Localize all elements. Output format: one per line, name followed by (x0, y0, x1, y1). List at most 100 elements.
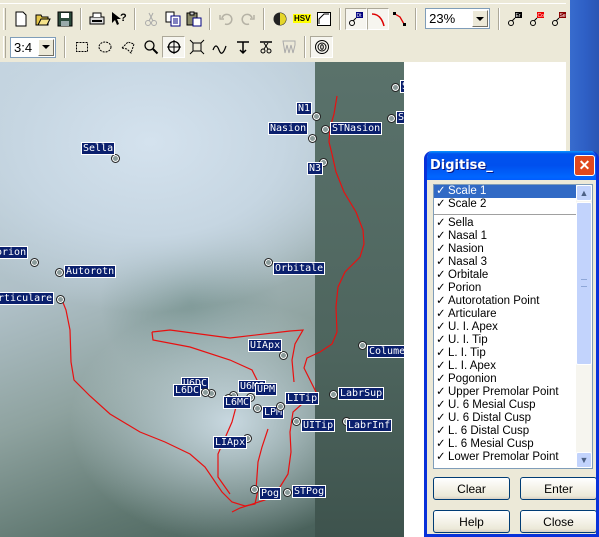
list-item[interactable]: ✓ L. I. Tip (434, 347, 592, 360)
close-button[interactable]: ✕ (574, 155, 595, 176)
landmark-point[interactable] (292, 417, 301, 426)
help-button[interactable]: Help (433, 510, 510, 533)
landmark-point[interactable] (55, 268, 64, 277)
fit-view-button[interactable] (185, 36, 208, 58)
landmark-label: LabrSup (338, 387, 385, 400)
print-button[interactable] (86, 8, 108, 30)
checkmark-icon: ✓ (436, 269, 446, 281)
new-file-button[interactable] (10, 8, 32, 30)
rect-select-button[interactable] (70, 36, 93, 58)
landmark-point[interactable] (387, 114, 396, 123)
tools-toolbar: 3:4 (0, 32, 570, 62)
point-se-icon: Se (552, 11, 567, 26)
list-item[interactable]: ✓ Sella (434, 217, 592, 230)
toolbar-grip[interactable] (3, 36, 6, 58)
list-item[interactable]: ✓ Pogonion (434, 373, 592, 386)
toolbar-separator (339, 7, 342, 30)
toolbar-grip[interactable] (3, 7, 6, 30)
landmark-label: STPog (292, 485, 327, 498)
landmark-point[interactable] (253, 404, 262, 413)
landmark-point[interactable] (312, 112, 321, 121)
landmark-point[interactable] (329, 390, 338, 399)
list-item[interactable]: ✓ L. 6 Distal Cusp (434, 425, 592, 438)
list-item[interactable]: ✓ Orbitale (434, 269, 592, 282)
xray-image-canvas[interactable]: Scale 2Scale 1N1NasionSTNasionSellaN3ori… (0, 62, 404, 537)
list-item[interactable]: ✓ Nasal 1 (434, 230, 592, 243)
digitise-points-button[interactable]: Dt (345, 7, 368, 30)
landmark-point[interactable] (264, 258, 273, 267)
landmark-point[interactable] (358, 341, 367, 350)
measure-button[interactable] (231, 36, 254, 58)
list-item[interactable]: ✓ Scale 1 (434, 185, 592, 198)
landmark-label: Scale 1 (396, 111, 404, 124)
copy-button[interactable] (162, 8, 184, 30)
draw-curve-button[interactable] (367, 7, 390, 30)
landmark-point[interactable] (391, 83, 400, 92)
teeth-button[interactable] (277, 36, 300, 58)
list-item[interactable]: ✓ L. 6 Mesial Cusp (434, 438, 592, 451)
digitise-point-icon: Dt (349, 11, 364, 26)
points-er-button[interactable]: Er (504, 8, 526, 30)
paste-button[interactable] (184, 8, 206, 30)
save-button[interactable] (54, 8, 76, 30)
scroll-thumb[interactable] (576, 202, 592, 365)
scroll-down-button[interactable]: ▼ (576, 452, 592, 468)
list-item[interactable]: ✓ Porion (434, 282, 592, 295)
close-dialog-button[interactable]: Close (520, 510, 596, 533)
list-item[interactable]: ✓ Lower Premolar Point (434, 451, 592, 464)
list-item[interactable]: ✓ U. I. Apex (434, 321, 592, 334)
curve-adjust-button[interactable] (313, 8, 335, 30)
target-button[interactable] (310, 36, 333, 58)
ratio-combo[interactable]: 3:4 (10, 36, 56, 58)
landmark-point[interactable] (30, 258, 39, 267)
redo-button[interactable] (237, 8, 259, 30)
freehand-button[interactable] (208, 36, 231, 58)
svg-text:Er: Er (516, 13, 521, 19)
list-scrollbar[interactable]: ▲ ▼ (576, 185, 592, 468)
checkmark-icon: ✓ (436, 230, 446, 242)
lasso-select-button[interactable] (116, 36, 139, 58)
target-icon (314, 40, 329, 54)
list-item[interactable]: ✓ Upper Premolar Point (434, 386, 592, 399)
landmark-point[interactable] (279, 351, 288, 360)
list-item[interactable]: ✓ L. I. Apex (434, 360, 592, 373)
landmark-point[interactable] (308, 134, 317, 143)
landmark-point[interactable] (321, 125, 330, 134)
enter-button[interactable]: Enter (520, 477, 596, 500)
landmark-point[interactable] (111, 154, 120, 163)
list-item[interactable]: ✓ Scale 2 (434, 198, 592, 211)
list-item[interactable]: ✓ Nasal 3 (434, 256, 592, 269)
landmark-point[interactable] (201, 388, 210, 397)
polyline-button[interactable] (389, 8, 411, 30)
landmark-list[interactable]: ✓ Scale 1 ✓ Scale 2 ✓ Sella ✓ Nasal 1 ✓ Nasion ✓ Na… (433, 184, 593, 469)
magnify-button[interactable] (139, 36, 162, 58)
scroll-up-button[interactable]: ▲ (576, 185, 592, 201)
list-item[interactable]: ✓ Nasion (434, 243, 592, 256)
open-folder-button[interactable] (32, 8, 54, 30)
crosshair-button[interactable] (162, 36, 185, 58)
chevron-down-icon[interactable] (472, 10, 489, 27)
cut-points-button[interactable] (254, 36, 277, 58)
list-item-label: Nasal 3 (448, 256, 487, 268)
landmark-point[interactable] (283, 488, 292, 497)
context-help-button[interactable]: ? (108, 8, 130, 30)
chevron-down-icon[interactable] (38, 38, 54, 56)
points-co-button[interactable]: Co (526, 8, 548, 30)
list-item[interactable]: ✓ U. 6 Distal Cusp (434, 412, 592, 425)
dialog-titlebar[interactable]: Digitise_ ✕ (427, 151, 596, 180)
list-item[interactable]: ✓ Autorotation Point (434, 295, 592, 308)
color-balance-button[interactable] (269, 8, 291, 30)
list-item-label: Scale 1 (448, 185, 487, 197)
clear-button[interactable]: Clear (433, 477, 510, 500)
list-item[interactable]: ✓ U. 6 Mesial Cusp (434, 399, 592, 412)
undo-button[interactable] (215, 8, 237, 30)
hsv-button[interactable]: HSV (291, 8, 313, 30)
zoom-combo[interactable]: 23% (425, 8, 491, 29)
landmark-point[interactable] (56, 295, 65, 304)
cut-button[interactable] (140, 8, 162, 30)
list-item[interactable]: ✓ U. I. Tip (434, 334, 592, 347)
landmark-point[interactable] (250, 485, 259, 494)
ellipse-select-button[interactable] (93, 36, 116, 58)
list-item[interactable]: ✓ Articulare (434, 308, 592, 321)
landmark-point[interactable] (276, 402, 285, 411)
